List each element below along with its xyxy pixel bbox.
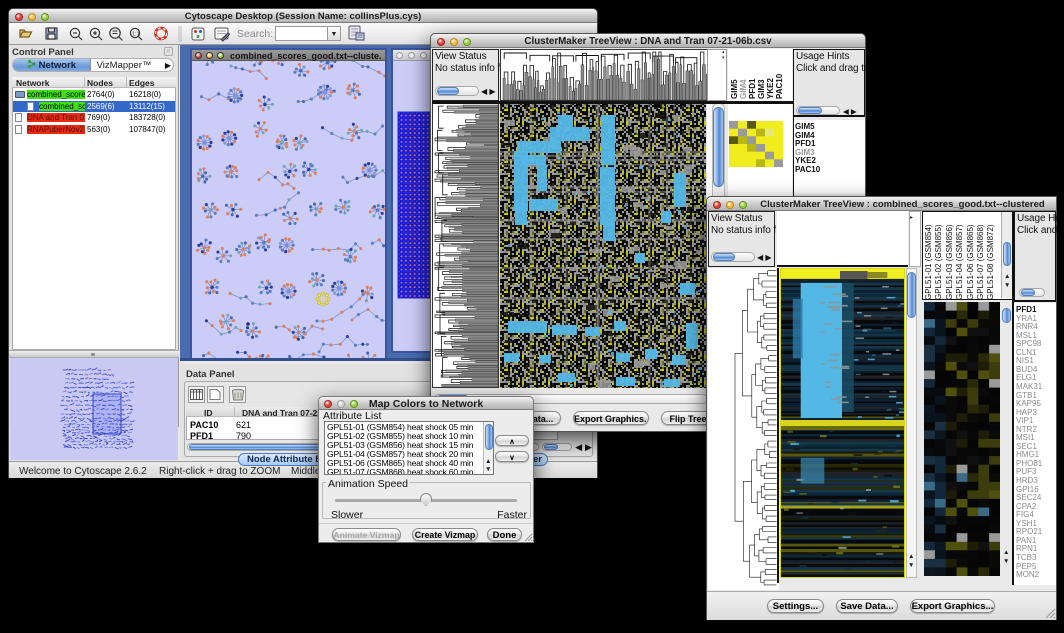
svg-text:1:1: 1:1 xyxy=(132,32,140,38)
